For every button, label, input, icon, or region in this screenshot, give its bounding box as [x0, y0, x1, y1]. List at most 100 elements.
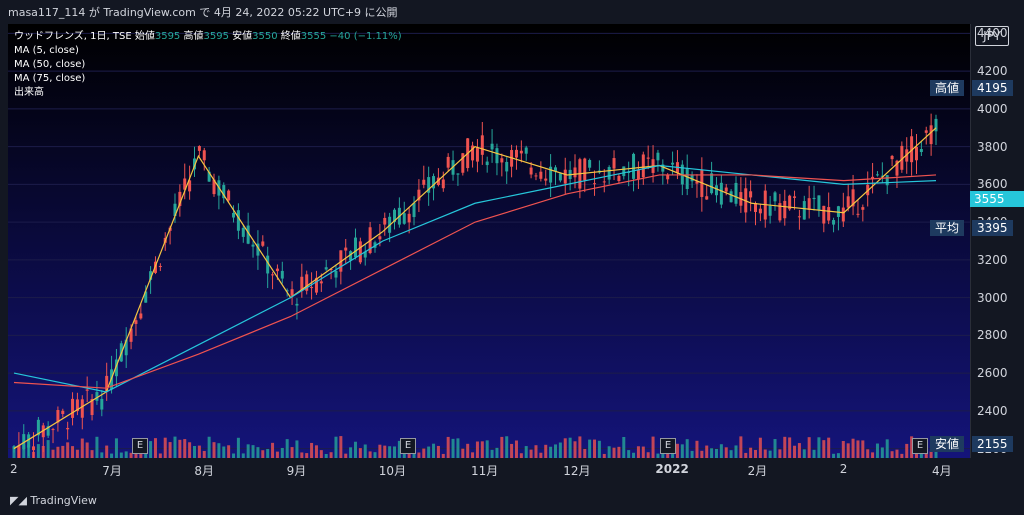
candle-body — [539, 171, 543, 179]
candle-body — [632, 153, 636, 179]
volume-bar — [256, 447, 260, 458]
price-tick-label: 3000 — [977, 290, 1008, 305]
volume-bar — [383, 445, 387, 458]
candle-body — [495, 148, 499, 164]
volume-bar — [246, 444, 250, 458]
volume-bar — [627, 450, 631, 458]
candle-body — [319, 281, 323, 284]
candle-body — [822, 205, 826, 224]
candle-body — [353, 237, 357, 258]
earnings-marker[interactable]: E — [400, 438, 416, 454]
volume-bar — [890, 451, 894, 458]
volume-bar — [212, 442, 216, 458]
earnings-marker[interactable]: E — [912, 438, 928, 454]
volume-bar — [553, 444, 557, 458]
candle-body — [641, 154, 645, 178]
volume-bar — [188, 442, 192, 458]
candle-body — [914, 146, 918, 161]
volume-bar — [607, 446, 611, 458]
price-tick-label: 2600 — [977, 366, 1008, 381]
candle-body — [17, 445, 21, 458]
volume-bar — [612, 447, 616, 458]
volume-bar — [46, 440, 50, 458]
volume-bar — [622, 436, 626, 458]
volume-bar — [197, 445, 201, 458]
volume-bar — [388, 446, 392, 458]
earnings-marker[interactable]: E — [660, 438, 676, 454]
candle-body — [324, 267, 328, 270]
volume-bar — [593, 439, 597, 458]
volume-bar — [485, 440, 489, 458]
volume-bar — [334, 436, 338, 458]
low-label: 安値 — [232, 31, 253, 42]
volume-bar — [793, 445, 797, 458]
legend-ma75[interactable]: MA (75, close) — [14, 72, 402, 86]
volume-bar — [807, 437, 811, 458]
legend-volume[interactable]: 出来高 — [14, 86, 402, 100]
legend-ma5[interactable]: MA (5, close) — [14, 44, 402, 58]
avg-tag: 平均 — [930, 220, 965, 236]
candle-body — [514, 149, 518, 158]
candle-body — [856, 213, 860, 215]
candle-body — [758, 208, 762, 214]
time-axis[interactable]: 2 7月 8月 9月 10月 11月 12月 2022 2月 2 4月 — [0, 458, 970, 480]
volume-bar — [783, 436, 787, 458]
candle-body — [529, 167, 533, 175]
time-tick-label: 11月 — [471, 464, 499, 478]
candle-body — [749, 191, 753, 198]
volume-bar — [378, 444, 382, 458]
candle-body — [524, 147, 528, 154]
volume-bar — [524, 446, 528, 458]
low-tag-label: 安値 — [935, 437, 960, 451]
candle-body — [480, 135, 484, 155]
volume-bar — [866, 449, 870, 458]
low-tag: 安値 — [930, 436, 965, 452]
legend-ma50[interactable]: MA (50, close) — [14, 58, 402, 72]
candle-body — [812, 197, 816, 200]
volume-bar — [266, 449, 270, 458]
volume-bar — [705, 445, 709, 458]
candle-body — [51, 429, 55, 431]
candle-body — [197, 146, 201, 151]
volume-bar — [393, 446, 397, 458]
volume-bar — [529, 449, 533, 458]
volume-bar — [856, 440, 860, 458]
candle-body — [622, 166, 626, 177]
candle-body — [334, 270, 338, 278]
volume-bar — [451, 438, 455, 458]
candle-body — [275, 268, 279, 272]
volume-bar — [192, 446, 196, 458]
volume-bar — [563, 438, 567, 458]
earnings-marker[interactable]: E — [132, 438, 148, 454]
candle-body — [412, 202, 416, 218]
candle-body — [310, 287, 314, 289]
candle-body — [768, 205, 772, 216]
volume-bar — [680, 444, 684, 458]
brand[interactable]: ◤◢ TradingView — [10, 494, 97, 507]
volume-bar — [358, 448, 362, 458]
time-tick-label: 8月 — [194, 464, 215, 478]
volume-bar — [178, 439, 182, 458]
volume-bar — [719, 444, 723, 458]
volume-bar — [573, 441, 577, 458]
volume-bar — [880, 447, 884, 458]
close-value: 3555 — [300, 31, 327, 42]
volume-bar — [773, 439, 777, 458]
candle-body — [500, 158, 504, 163]
time-tick-label: 7月 — [102, 464, 122, 478]
candle-body — [773, 192, 777, 202]
candle-body — [890, 155, 894, 160]
volume-bar — [314, 445, 318, 458]
candle-body — [685, 168, 689, 190]
time-tick-label: 4月 — [932, 464, 952, 478]
volume-bar — [739, 436, 743, 458]
high-tag-label: 高値 — [935, 81, 960, 95]
time-tick-label: 12月 — [563, 464, 591, 478]
candle-body — [593, 183, 597, 185]
volume-bar — [827, 437, 831, 458]
candle-body — [783, 200, 787, 219]
candle-body — [85, 389, 89, 391]
volume-bar — [446, 436, 450, 458]
candle-body — [656, 152, 660, 161]
candle-body — [71, 398, 75, 418]
